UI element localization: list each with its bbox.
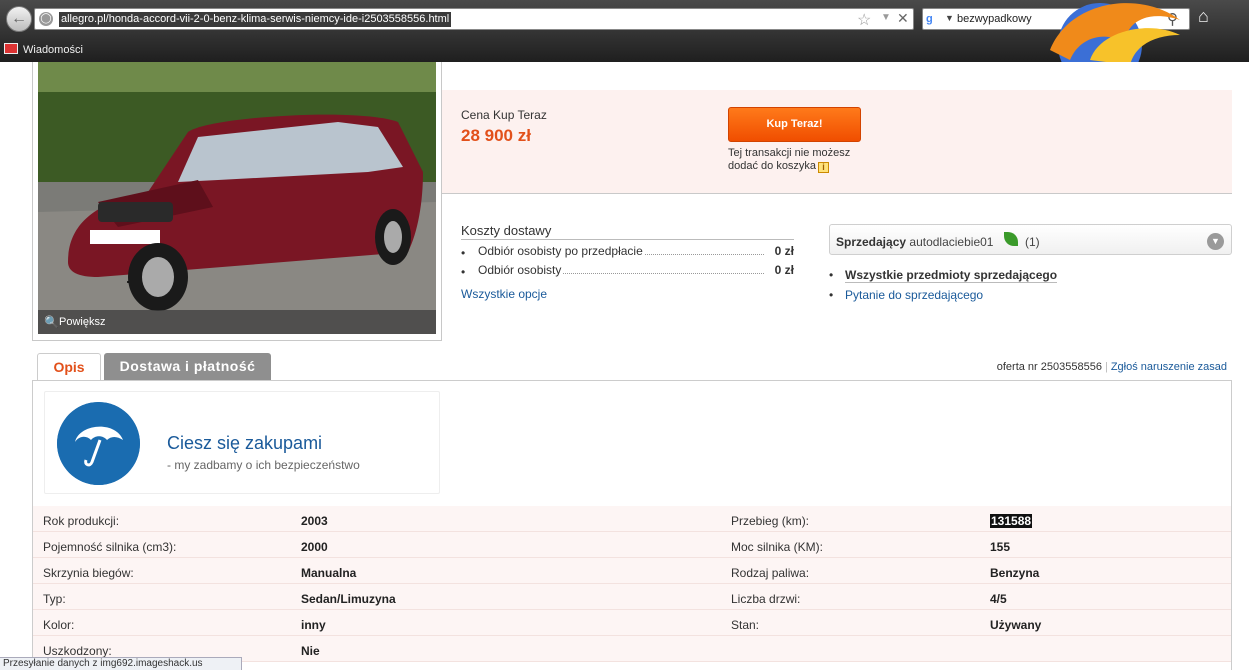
delivery-item: • Odbiór osobisty 0 zł (461, 259, 794, 279)
param-value: inny (301, 618, 326, 632)
bookmarks-toolbar: Wiadomości (0, 38, 1249, 62)
delivery-title: Koszty dostawy (461, 223, 794, 240)
url-text[interactable]: allegro.pl/honda-accord-vii-2-0-benz-kli… (59, 12, 452, 27)
expand-chevron-icon[interactable]: ▼ (1207, 233, 1224, 250)
promo-title: Ciesz się zakupami (167, 433, 323, 453)
report-violation-link[interactable]: Zgłoś naruszenie zasad (1111, 361, 1227, 373)
param-value: 2003 (301, 514, 328, 528)
param-label: Pojemność silnika (cm3): (43, 540, 177, 554)
umbrella-icon (57, 402, 140, 485)
home-icon[interactable]: ⌂ (1198, 6, 1209, 27)
news-feed-icon[interactable] (4, 43, 18, 54)
table-row: Kolor: inny Stan: Używany (33, 610, 1231, 636)
price-label: Cena Kup Teraz (461, 108, 547, 122)
description-panel: Ciesz się zakupami - my zadbamy o ich be… (32, 380, 1232, 670)
param-value: Używany (990, 618, 1042, 632)
param-label: Rok produkcji: (43, 514, 120, 528)
param-value: 131588 (990, 514, 1033, 528)
seller-label: Sprzedający autodlaciebie01 (836, 235, 994, 249)
seller-links: • Wszystkie przedmioty sprzedającego • P… (829, 266, 1229, 306)
list-item: • Pytanie do sprzedającego (829, 286, 1229, 306)
table-row: Pojemność silnika (cm3): 2000 Moc silnik… (33, 532, 1231, 558)
bookmark-wiadomosci[interactable]: Wiadomości (23, 44, 83, 56)
history-dropdown-icon[interactable]: ▼ (881, 12, 891, 23)
param-label: Stan: (731, 618, 760, 632)
cart-note-text: Tej transakcji nie możesz dodać do koszy… (728, 147, 851, 172)
tab-opis[interactable]: Opis (37, 353, 101, 381)
zoom-bar[interactable]: 🔍 Powiększ (38, 310, 436, 334)
delivery-costs: Koszty dostawy • Odbiór osobisty po prze… (461, 223, 794, 301)
list-item: • Wszystkie przedmioty sprzedającego (829, 266, 1229, 286)
table-row: Typ: Sedan/Limuzyna Liczba drzwi: 4/5 (33, 584, 1231, 610)
seller-box[interactable]: Sprzedający autodlaciebie01 (1) ▼ (829, 224, 1232, 255)
cart-note: Tej transakcji nie możesz dodać do koszy… (728, 147, 868, 173)
bullet: • (829, 288, 834, 302)
param-value: 155 (990, 540, 1011, 554)
search-engine-dropdown-icon[interactable]: ▼ (945, 13, 954, 23)
seller-rating[interactable]: (1) (1025, 235, 1040, 249)
param-value: Manualna (301, 566, 357, 580)
all-delivery-options-link[interactable]: Wszystkie opcje (461, 287, 547, 301)
delivery-item-name: Odbiór osobisty (478, 263, 564, 277)
site-identity-icon[interactable]: ◯ (39, 12, 53, 26)
car-image[interactable] (38, 62, 436, 334)
param-value: Benzyna (990, 566, 1040, 580)
all-seller-items-link[interactable]: Wszystkie przedmioty sprzedającego (845, 268, 1058, 283)
table-row: Skrzynia biegów: Manualna Rodzaj paliwa:… (33, 558, 1231, 584)
status-bar: Przesyłanie danych z img692.imageshack.u… (0, 657, 242, 670)
param-label: Rodzaj paliwa: (731, 566, 810, 580)
param-value: 2000 (301, 540, 328, 554)
bullet: • (461, 265, 466, 279)
ask-seller-link[interactable]: Pytanie do sprzedającego (845, 288, 983, 302)
param-value: Sedan/Limuzyna (301, 592, 396, 606)
delivery-item: • Odbiór osobisty po przedpłacie 0 zł (461, 240, 794, 260)
bullet: • (461, 246, 466, 260)
table-row: Rok produkcji: 2003 Przebieg (km): 13158… (33, 506, 1231, 532)
param-label: Moc silnika (KM): (731, 540, 824, 554)
navigation-toolbar: ← ◯ allegro.pl/honda-accord-vii-2-0-benz… (0, 0, 1249, 62)
google-icon[interactable]: g (926, 12, 942, 26)
delivery-item-price: 0 zł (774, 244, 794, 258)
price-box: Cena Kup Teraz 28 900 zł Kup Teraz! Tej … (442, 90, 1232, 194)
zoom-label[interactable]: Powiększ (59, 316, 105, 328)
param-label: Uszkodzony: (43, 644, 112, 658)
delivery-item-price: 0 zł (774, 263, 794, 277)
info-icon[interactable]: i (818, 162, 830, 173)
product-photo-frame: 🔍 Powiększ (32, 62, 442, 341)
product-photo[interactable]: 🔍 Powiększ (38, 62, 436, 334)
offer-info: oferta nr 2503558556 | Zgłoś naruszenie za… (997, 361, 1227, 373)
bullet: • (829, 268, 834, 282)
delivery-item-name: Odbiór osobisty po przedpłacie (478, 244, 645, 258)
param-label: Typ: (43, 592, 66, 606)
param-label: Kolor: (43, 618, 75, 632)
leaf-icon (1004, 232, 1018, 246)
parameters-table: Rok produkcji: 2003 Przebieg (km): 13158… (33, 506, 1231, 662)
seller-name[interactable]: autodlaciebie01 (909, 235, 993, 249)
price-value: 28 900 zł (461, 126, 531, 145)
tab-dostawa[interactable]: Dostawa i płatność (104, 353, 271, 380)
param-label: Liczba drzwi: (731, 592, 801, 606)
promo-banner: Ciesz się zakupami - my zadbamy o ich be… (44, 391, 440, 494)
search-input[interactable]: bezwypadkowy (957, 13, 1032, 25)
back-button[interactable]: ← (6, 6, 32, 32)
browser-chrome: ← ◯ allegro.pl/honda-accord-vii-2-0-benz… (0, 0, 1249, 62)
offer-number: oferta nr 2503558556 (996, 361, 1102, 373)
magnifier-icon: 🔍 (44, 315, 59, 329)
divider: | (1104, 361, 1108, 373)
param-value: 4/5 (990, 592, 1007, 606)
buy-now-button[interactable]: Kup Teraz! (728, 107, 861, 142)
stop-icon[interactable]: ✕ (897, 10, 909, 27)
param-value: Nie (301, 644, 320, 658)
bookmark-star-icon[interactable]: ☆ (857, 10, 871, 30)
address-bar[interactable]: ◯ allegro.pl/honda-accord-vii-2-0-benz-k… (34, 8, 914, 30)
promo-subtitle: - my zadbamy o ich bezpieczeństwo (167, 458, 360, 472)
param-label: Przebieg (km): (731, 514, 810, 528)
param-label: Skrzynia biegów: (43, 566, 134, 580)
